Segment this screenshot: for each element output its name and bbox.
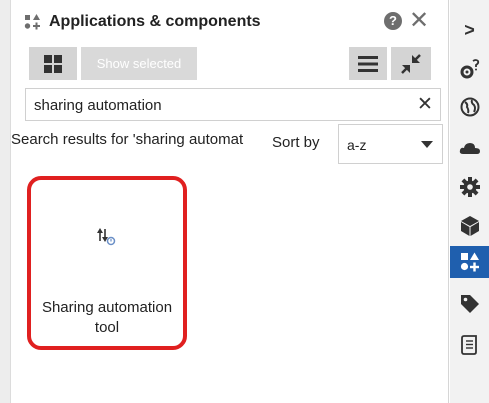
help-icon[interactable]: ? <box>384 12 402 30</box>
tag-icon <box>460 295 479 313</box>
result-item-label: Sharing automation tool <box>41 299 173 336</box>
grid-view-button[interactable] <box>29 47 77 80</box>
panel-header: Applications & components ? ✕ <box>11 0 449 43</box>
chevron-down-icon <box>421 141 433 148</box>
list-view-button[interactable] <box>349 47 387 80</box>
cloud-icon <box>459 143 480 154</box>
close-icon[interactable]: ✕ <box>408 8 430 34</box>
settings-help-icon <box>460 59 479 79</box>
apps-components-icon <box>460 252 479 272</box>
applications-components-panel: Applications & components ? ✕ Show selec… <box>11 0 449 403</box>
panel-title: Applications & components <box>49 12 261 30</box>
sidebar-item-cloud[interactable] <box>450 132 489 164</box>
sidebar-item-scroll[interactable] <box>450 329 489 361</box>
sidebar-item-gear[interactable] <box>450 171 489 203</box>
sidebar-item-expand[interactable]: > <box>450 14 489 46</box>
sort-by-label: Sort by <box>272 134 320 151</box>
show-selected-button[interactable]: Show selected <box>81 47 197 80</box>
apps-components-icon <box>23 12 43 32</box>
left-edge-strip <box>0 0 11 403</box>
sidebar-item-globe[interactable] <box>450 91 489 123</box>
right-sidebar: > <box>450 0 489 403</box>
expand-chevron-icon: > <box>464 19 475 40</box>
grid-icon <box>44 54 62 73</box>
panel-toolbar: Show selected <box>11 43 449 85</box>
sidebar-item-settings-help[interactable] <box>450 53 489 85</box>
search-results-label: Search results for 'sharing automat <box>11 131 244 148</box>
sidebar-item-cube[interactable] <box>450 210 489 242</box>
list-icon <box>358 55 378 72</box>
gear-icon <box>459 177 480 197</box>
sidebar-item-apps-components[interactable] <box>450 246 489 278</box>
sort-select-value: a-z <box>347 137 367 153</box>
collapse-arrows-icon <box>401 53 421 74</box>
search-input[interactable] <box>34 94 394 116</box>
search-box: ✕ <box>25 88 441 121</box>
sidebar-item-tag[interactable] <box>450 288 489 320</box>
cube-icon <box>460 216 479 236</box>
collapse-button[interactable] <box>391 47 431 80</box>
clear-search-icon[interactable]: ✕ <box>414 92 436 118</box>
sort-select[interactable]: a-z <box>338 124 443 164</box>
sharing-automation-icon <box>95 226 119 248</box>
scroll-icon <box>460 335 477 355</box>
result-item-sharing-automation-tool[interactable]: Sharing automation tool <box>27 176 187 350</box>
globe-icon <box>460 97 479 117</box>
